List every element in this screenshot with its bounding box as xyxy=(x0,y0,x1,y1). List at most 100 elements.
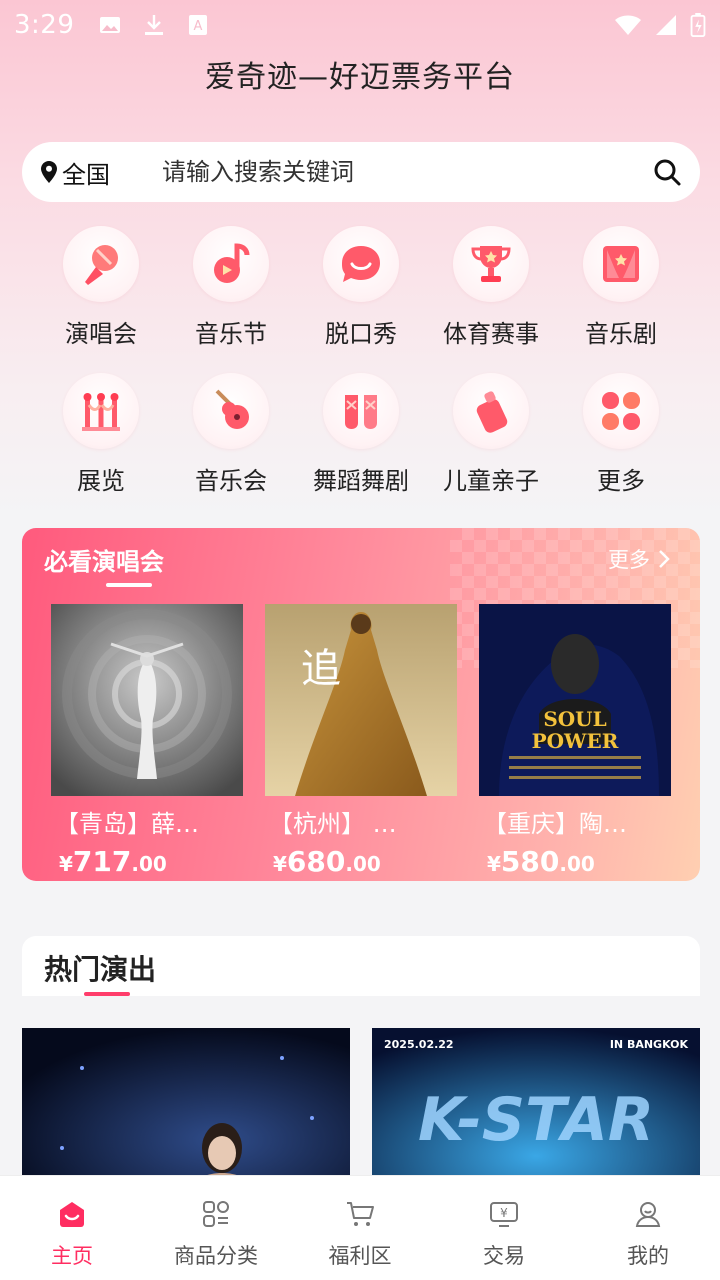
concert-poster-image: 追 xyxy=(265,604,457,796)
status-bar: 3:29 A xyxy=(0,0,720,50)
category-label: 体育赛事 xyxy=(443,320,539,348)
hot-show-thumbnail[interactable]: 2025.02.22 IN BANGKOK K-STAR xyxy=(372,1028,700,1188)
category-label: 儿童亲子 xyxy=(443,467,539,495)
price-currency: ¥ xyxy=(487,852,501,876)
bottom-nav: 主页 商品分类 福利区 ¥ 交易 我的 xyxy=(0,1175,720,1280)
category-concert-hall[interactable]: 音乐会 xyxy=(166,373,296,496)
concert-name: 【杭州】 … xyxy=(269,810,397,838)
category-label: 音乐会 xyxy=(195,467,267,495)
search-icon[interactable] xyxy=(652,157,682,187)
nav-welfare[interactable]: 福利区 xyxy=(288,1176,432,1280)
category-more[interactable]: 更多 xyxy=(556,373,686,496)
nav-trade[interactable]: ¥ 交易 xyxy=(432,1176,576,1280)
exhibit-rope-icon xyxy=(63,373,139,449)
poster-headline: K-STAR xyxy=(418,1085,654,1155)
price-decimal: .00 xyxy=(131,852,167,876)
category-label: 演唱会 xyxy=(65,320,137,348)
status-time: 3:29 xyxy=(14,10,75,40)
download-icon xyxy=(145,15,164,35)
concert-poster-image: SOUL POWER xyxy=(479,604,671,796)
smile-bubble-icon xyxy=(323,226,399,302)
gallery-icon xyxy=(100,17,121,33)
category-label: 音乐剧 xyxy=(585,320,657,348)
chevron-right-icon xyxy=(659,550,670,568)
nav-label: 交易 xyxy=(483,1244,525,1268)
concert-card-item[interactable]: 追 【杭州】 … ¥680.00 xyxy=(265,604,457,878)
microphone-icon xyxy=(63,226,139,302)
baby-bottle-icon xyxy=(453,373,529,449)
more-grid-icon xyxy=(583,373,659,449)
price-currency: ¥ xyxy=(59,852,73,876)
concert-card-item[interactable]: SOUL POWER 【重庆】陶… ¥580.00 xyxy=(479,604,671,878)
concert-name: 【重庆】陶… xyxy=(483,810,627,838)
signal-icon xyxy=(656,15,676,35)
category-label: 舞蹈舞剧 xyxy=(313,467,409,495)
nav-label: 商品分类 xyxy=(174,1244,258,1268)
price-decimal: .00 xyxy=(345,852,381,876)
trophy-icon xyxy=(453,226,529,302)
font-a-icon: A xyxy=(189,15,208,35)
title-underline xyxy=(84,992,130,996)
category-music-festival[interactable]: 音乐节 xyxy=(166,226,296,349)
app-title: 爱奇迹—好迈票务平台 xyxy=(205,60,515,95)
trade-icon: ¥ xyxy=(490,1202,518,1227)
nav-category[interactable]: 商品分类 xyxy=(144,1176,288,1280)
category-grid: 演唱会 音乐节 脱口秀 体育赛事 音乐剧 展览 音乐会 舞蹈舞剧 儿童亲子 更多 xyxy=(36,226,686,496)
location-pin-icon xyxy=(41,161,57,183)
section-title: 热门演出 xyxy=(44,953,157,986)
nav-profile[interactable]: 我的 xyxy=(576,1176,720,1280)
concert-poster-image xyxy=(51,604,243,796)
price-currency: ¥ xyxy=(273,852,287,876)
guitar-icon xyxy=(193,373,269,449)
category-kids[interactable]: 儿童亲子 xyxy=(426,373,556,496)
nav-label: 我的 xyxy=(627,1244,669,1268)
category-icon xyxy=(203,1201,229,1227)
category-label: 音乐节 xyxy=(195,320,267,348)
search-bar: 全国 xyxy=(22,142,700,202)
hot-shows-section: 热门演出 xyxy=(22,936,700,996)
price-integer: 680 xyxy=(286,845,346,878)
more-link[interactable]: 更多 xyxy=(608,544,670,574)
cart-icon xyxy=(347,1202,374,1226)
location-label: 全国 xyxy=(62,160,110,189)
concert-price: ¥580.00 xyxy=(479,845,671,878)
nav-home[interactable]: 主页 xyxy=(0,1176,144,1280)
search-input[interactable] xyxy=(162,158,652,186)
ballet-shoes-icon xyxy=(323,373,399,449)
music-note-icon xyxy=(193,226,269,302)
category-label: 脱口秀 xyxy=(325,320,397,348)
battery-icon xyxy=(690,13,706,37)
curtain-icon xyxy=(583,226,659,302)
section-title: 必看演唱会 xyxy=(44,548,164,576)
poster-calligraphy: 追 xyxy=(301,646,341,692)
concert-card-item[interactable]: 【青岛】薛… ¥717.00 xyxy=(51,604,243,878)
category-dance[interactable]: 舞蹈舞剧 xyxy=(296,373,426,496)
hot-show-thumbnail[interactable] xyxy=(22,1028,350,1188)
location-selector[interactable]: 全国 xyxy=(40,155,110,190)
category-label: 展览 xyxy=(77,467,125,495)
title-underline xyxy=(106,583,152,587)
wifi-icon xyxy=(615,15,641,35)
more-label: 更多 xyxy=(608,548,650,572)
nav-label: 主页 xyxy=(51,1244,93,1268)
concert-name: 【青岛】薛… xyxy=(55,810,199,838)
must-see-concerts-section: 必看演唱会 更多 【青岛】薛… ¥717.00 追 【杭州】 … ¥680.00… xyxy=(22,528,700,881)
price-integer: 717 xyxy=(72,845,132,878)
profile-icon xyxy=(635,1202,661,1227)
svg-text:¥: ¥ xyxy=(500,1206,508,1220)
category-label: 更多 xyxy=(597,467,645,495)
nav-label: 福利区 xyxy=(328,1244,392,1268)
poster-title-line2: POWER xyxy=(532,729,619,753)
svg-text:A: A xyxy=(194,19,203,34)
category-musical[interactable]: 音乐剧 xyxy=(556,226,686,349)
price-decimal: .00 xyxy=(559,852,595,876)
category-talk-show[interactable]: 脱口秀 xyxy=(296,226,426,349)
category-concert[interactable]: 演唱会 xyxy=(36,226,166,349)
poster-date: 2025.02.22 xyxy=(384,1038,454,1051)
concert-price: ¥680.00 xyxy=(265,845,457,878)
category-sports[interactable]: 体育赛事 xyxy=(426,226,556,349)
category-exhibition[interactable]: 展览 xyxy=(36,373,166,496)
poster-location: IN BANGKOK xyxy=(610,1038,689,1051)
concert-price: ¥717.00 xyxy=(51,845,243,878)
price-integer: 580 xyxy=(500,845,560,878)
